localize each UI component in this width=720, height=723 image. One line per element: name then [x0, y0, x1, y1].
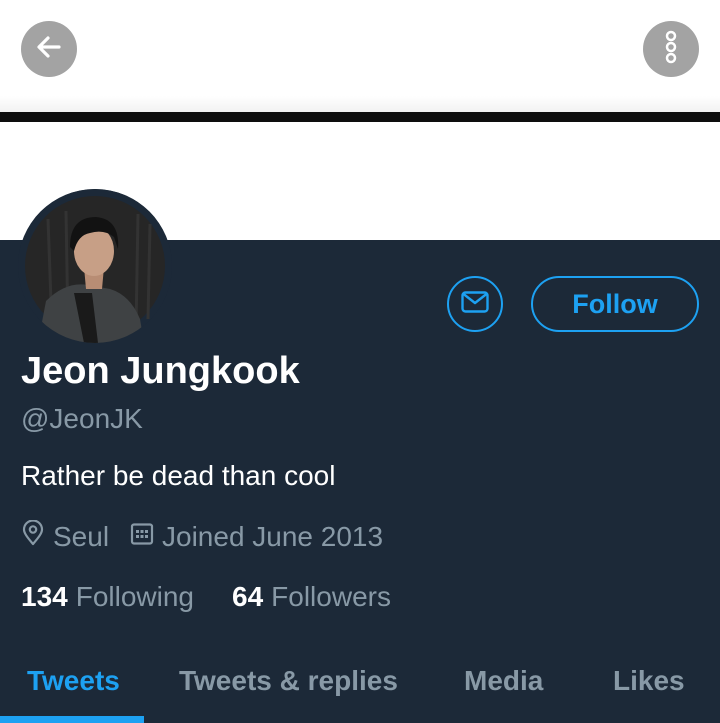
avatar[interactable] [18, 189, 172, 343]
followers-count: 64 [232, 581, 264, 612]
location-pin-icon [21, 519, 53, 554]
profile-name: Jeon Jungkook [21, 350, 300, 392]
tab-tweets-and-replies[interactable]: Tweets & replies [179, 663, 398, 699]
message-button[interactable] [447, 276, 503, 332]
calendar-icon [130, 520, 162, 554]
tab-tweets[interactable]: Tweets [27, 663, 120, 699]
more-vertical-icon [661, 27, 681, 72]
divider-line [0, 112, 720, 122]
following-count: 134 [21, 581, 68, 612]
tab-likes[interactable]: Likes [613, 663, 685, 699]
envelope-icon [461, 290, 489, 318]
follow-button[interactable]: Follow [531, 276, 699, 332]
top-bar-shadow [0, 96, 720, 112]
profile-location: Seul [21, 519, 110, 554]
active-tab-indicator [0, 716, 144, 723]
following-stat[interactable]: 134 Following [21, 580, 194, 614]
followers-label: Followers [271, 581, 391, 612]
location-text: Seul [53, 521, 110, 552]
profile-handle: @JeonJK [21, 403, 143, 434]
joined-text: Joined June 2013 [162, 521, 384, 552]
top-bar [0, 0, 720, 112]
back-button[interactable] [21, 21, 77, 77]
profile-bio: Rather be dead than cool [21, 460, 336, 491]
more-options-button[interactable] [643, 21, 699, 77]
tab-media[interactable]: Media [464, 663, 543, 699]
followers-stat[interactable]: 64 Followers [232, 580, 391, 614]
following-label: Following [75, 581, 194, 612]
profile-joined: Joined June 2013 [130, 520, 383, 554]
arrow-left-icon [34, 32, 64, 67]
